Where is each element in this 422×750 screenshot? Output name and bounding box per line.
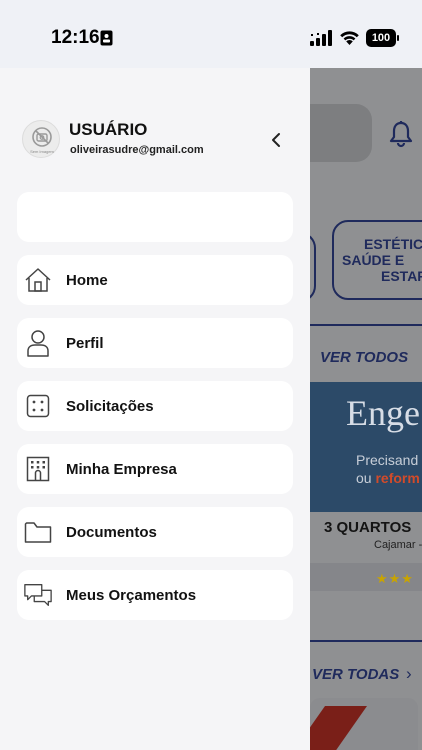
battery-indicator: 100 bbox=[366, 29, 400, 47]
status-bar: 12:16 100 bbox=[0, 0, 422, 68]
avatar[interactable]: Sem Imagem bbox=[22, 120, 60, 158]
background-category-card: ESTÉTIC SAÚDE E ESTAR bbox=[332, 220, 422, 300]
banner-text: Precisand bbox=[356, 452, 419, 468]
menu-item-label: Perfil bbox=[66, 334, 104, 352]
navigation-drawer: Sem Imagem USUÁRIO oliveirasudre@gmail.c… bbox=[0, 68, 310, 750]
banner-text-prefix: ou bbox=[356, 470, 372, 486]
avatar-caption: Sem Imagem bbox=[30, 149, 54, 154]
battery-level: 100 bbox=[366, 29, 396, 47]
menu-item-label: Solicitações bbox=[66, 397, 154, 415]
contact-card-icon bbox=[100, 30, 113, 46]
chevron-right-icon: › bbox=[406, 664, 412, 683]
section-divider bbox=[310, 640, 422, 642]
user-icon bbox=[23, 328, 53, 358]
dice-icon bbox=[23, 391, 53, 421]
no-image-icon bbox=[32, 127, 52, 147]
user-name: USUÁRIO bbox=[69, 120, 148, 139]
rating-stars: ★★★ bbox=[376, 571, 414, 586]
banner-text-highlight: reform bbox=[375, 470, 420, 486]
banner-text: ou reform bbox=[356, 470, 420, 486]
folder-icon bbox=[23, 517, 53, 547]
chevron-left-icon bbox=[272, 133, 280, 147]
building-icon bbox=[23, 454, 53, 484]
wifi-icon bbox=[340, 31, 359, 45]
background-search-bar bbox=[310, 104, 372, 162]
drawer-empty-card bbox=[17, 192, 293, 242]
cellular-signal-icon bbox=[310, 30, 332, 46]
see-all-listings-link: VER TODAS bbox=[312, 666, 400, 683]
section-divider bbox=[310, 324, 422, 326]
battery-cap bbox=[397, 35, 399, 41]
bell-icon bbox=[389, 121, 413, 148]
category-label: ESTAR bbox=[381, 268, 422, 284]
menu-item-label: Minha Empresa bbox=[66, 460, 177, 478]
promo-banner: Enge Precisand ou reform bbox=[310, 382, 422, 512]
menu-item-label: Documentos bbox=[66, 523, 157, 541]
banner-title: Enge bbox=[346, 393, 420, 433]
dimmed-background-screen[interactable]: ESTÉTIC SAÚDE E ESTAR VER TODOS Enge Pre… bbox=[310, 68, 422, 750]
menu-item-label: Meus Orçamentos bbox=[66, 586, 197, 604]
user-email: oliveirasudre@gmail.com bbox=[70, 144, 204, 156]
home-icon bbox=[23, 265, 53, 295]
status-time: 12:16 bbox=[51, 27, 100, 48]
listing-city: Cajamar - bbox=[374, 539, 422, 551]
see-all-services-link: VER TODOS bbox=[320, 349, 409, 366]
menu-item-minha-empresa[interactable]: Minha Empresa bbox=[17, 444, 293, 494]
menu-item-perfil[interactable]: Perfil bbox=[17, 318, 293, 368]
category-label: ESTÉTIC bbox=[364, 236, 422, 252]
menu-item-documentos[interactable]: Documentos bbox=[17, 507, 293, 557]
listing-title: 3 QUARTOS bbox=[324, 519, 412, 536]
menu-item-label: Home bbox=[66, 271, 108, 289]
close-drawer-button[interactable] bbox=[266, 130, 286, 150]
chat-bubbles-icon bbox=[23, 580, 53, 610]
menu-item-solicitacoes[interactable]: Solicitações bbox=[17, 381, 293, 431]
menu-item-meus-orcamentos[interactable]: Meus Orçamentos bbox=[17, 570, 293, 620]
menu-item-home[interactable]: Home bbox=[17, 255, 293, 305]
category-label: SAÚDE E bbox=[342, 252, 405, 268]
background-category-card bbox=[310, 232, 316, 302]
